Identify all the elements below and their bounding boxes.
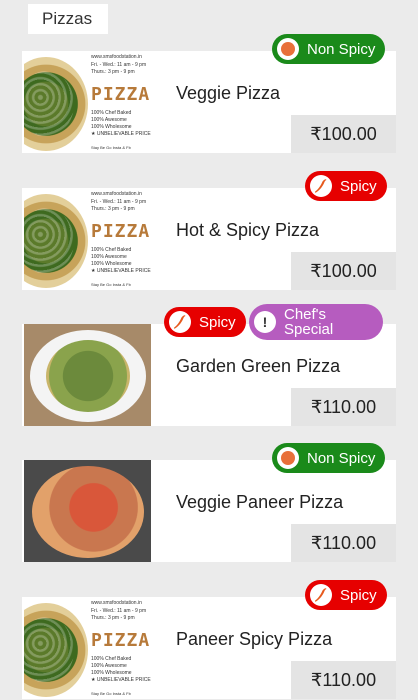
menu-item-image: www.smsfoodstation.in Fri. - Wed.: 11 am …: [24, 51, 151, 153]
category-tab-pizzas[interactable]: Pizzas: [28, 4, 108, 34]
poster-tagline: 100% Wholesome: [91, 670, 132, 676]
poster-website: www.smsfoodstation.in: [91, 600, 142, 606]
badge-label: Spicy: [340, 177, 377, 195]
menu-item-price[interactable]: ₹110.00: [291, 661, 396, 699]
poster-hours: Thurs.: 3 pm - 9 pm: [91, 69, 135, 75]
poster-tagline: 100% Awesome: [91, 663, 127, 669]
menu-item-image: [24, 324, 151, 426]
spicy-badge: Spicy: [164, 307, 246, 337]
menu-item-image: [24, 460, 151, 562]
menu-item-card[interactable]: Garden Green Pizza ₹110.00 Spicy! Chef's Sp…: [22, 304, 396, 426]
chili-icon: [169, 311, 191, 333]
chefs-special-badge: ! Chef's Special: [249, 304, 383, 340]
dot-shape: [281, 42, 295, 56]
poster-tagline: 100% Chef Baked: [91, 110, 132, 116]
menu-item-card[interactable]: www.smsfoodstation.in Fri. - Wed.: 11 am …: [22, 171, 396, 290]
poster-tagline: 100% Chef Baked: [91, 656, 132, 662]
menu-item-price[interactable]: ₹100.00: [291, 252, 396, 290]
dot-icon: [277, 38, 299, 60]
non-spicy-badge: Non Spicy: [272, 34, 386, 64]
poster-hours: Thurs.: 3 pm - 9 pm: [91, 206, 135, 212]
menu-item-name: Veggie Pizza: [176, 83, 281, 103]
poster-website: www.smsfoodstation.in: [91, 191, 142, 197]
menu-item-name: Garden Green Pizza: [176, 356, 341, 376]
poster-title: PIZZAS: [91, 630, 151, 651]
menu-item-name: Paneer Spicy Pizza: [176, 629, 333, 649]
pizza-poster-image: www.smsfoodstation.in Fri. - Wed.: 11 am …: [24, 188, 151, 290]
pizza-photo: [24, 460, 151, 562]
menu-item-name: Veggie Paneer Pizza: [176, 492, 344, 512]
poster-tagline: ★ UNBELIEVABLE PRICES!: [91, 677, 151, 683]
dot-shape: [281, 451, 295, 465]
badge-label: Non Spicy: [307, 40, 376, 58]
pizza: [46, 340, 130, 412]
menu-item-image: www.smsfoodstation.in Fri. - Wed.: 11 am …: [24, 597, 151, 699]
pizza-illustration: [24, 194, 88, 288]
poster-hours: Fri. - Wed.: 11 am - 9 pm: [91, 608, 147, 614]
menu-item-price[interactable]: ₹110.00: [291, 524, 396, 562]
badge-label: Spicy: [340, 586, 377, 604]
poster-website: www.smsfoodstation.in: [91, 54, 142, 60]
chili-icon: [310, 175, 332, 197]
poster-tagline: 100% Wholesome: [91, 124, 132, 130]
non-spicy-badge: Non Spicy: [272, 443, 386, 473]
chili-shape: [314, 588, 327, 602]
pizza-illustration: [24, 57, 88, 151]
poster-title: PIZZAS: [91, 221, 151, 242]
chili-shape: [173, 315, 186, 329]
poster-footer: Stay Be Go Insta & Fb: [91, 691, 131, 696]
pizza-poster-image: www.smsfoodstation.in Fri. - Wed.: 11 am …: [24, 51, 151, 153]
poster-tagline: 100% Wholesome: [91, 261, 132, 267]
exclamation-icon: !: [254, 311, 276, 333]
chili-shape: [314, 179, 327, 193]
poster-tagline: ★ UNBELIEVABLE PRICES!: [91, 268, 151, 274]
spicy-badge: Spicy: [305, 580, 387, 610]
pizza-illustration: [24, 603, 88, 697]
poster-tagline: 100% Chef Baked: [91, 247, 132, 253]
poster-footer: Stay Be Go Insta & Fb: [91, 145, 131, 150]
exclamation-mark: !: [262, 313, 268, 330]
badge-label: Non Spicy: [307, 449, 376, 467]
chili-icon: [310, 584, 332, 606]
poster-footer: Stay Be Go Insta & Fb: [91, 282, 131, 287]
poster-tagline: ★ UNBELIEVABLE PRICES!: [91, 131, 151, 137]
pizza-poster-image: www.smsfoodstation.in Fri. - Wed.: 11 am …: [24, 597, 151, 699]
poster-hours: Fri. - Wed.: 11 am - 9 pm: [91, 62, 147, 68]
pizza: [32, 466, 144, 558]
pizza-photo: [24, 324, 151, 426]
menu-item-price[interactable]: ₹100.00: [291, 115, 396, 153]
menu-item-card[interactable]: Veggie Paneer Pizza ₹110.00 Non Spicy: [22, 443, 396, 562]
menu-item-price[interactable]: ₹110.00: [291, 388, 396, 426]
menu-item-card[interactable]: www.smsfoodstation.in Fri. - Wed.: 11 am …: [22, 34, 396, 153]
category-label: Pizzas: [42, 9, 93, 28]
menu-item-card[interactable]: www.smsfoodstation.in Fri. - Wed.: 11 am …: [22, 580, 396, 699]
badge-label: Chef's Special: [284, 306, 334, 338]
poster-tagline: 100% Awesome: [91, 254, 127, 260]
poster-hours: Thurs.: 3 pm - 9 pm: [91, 615, 135, 621]
poster-title: PIZZAS: [91, 84, 151, 105]
badge-label: Spicy: [199, 313, 236, 331]
menu-item-name: Hot & Spicy Pizza: [176, 220, 320, 240]
spicy-badge: Spicy: [305, 171, 387, 201]
poster-tagline: 100% Awesome: [91, 117, 127, 123]
menu-item-image: www.smsfoodstation.in Fri. - Wed.: 11 am …: [24, 188, 151, 290]
poster-hours: Fri. - Wed.: 11 am - 9 pm: [91, 199, 147, 205]
dot-icon: [277, 447, 299, 469]
